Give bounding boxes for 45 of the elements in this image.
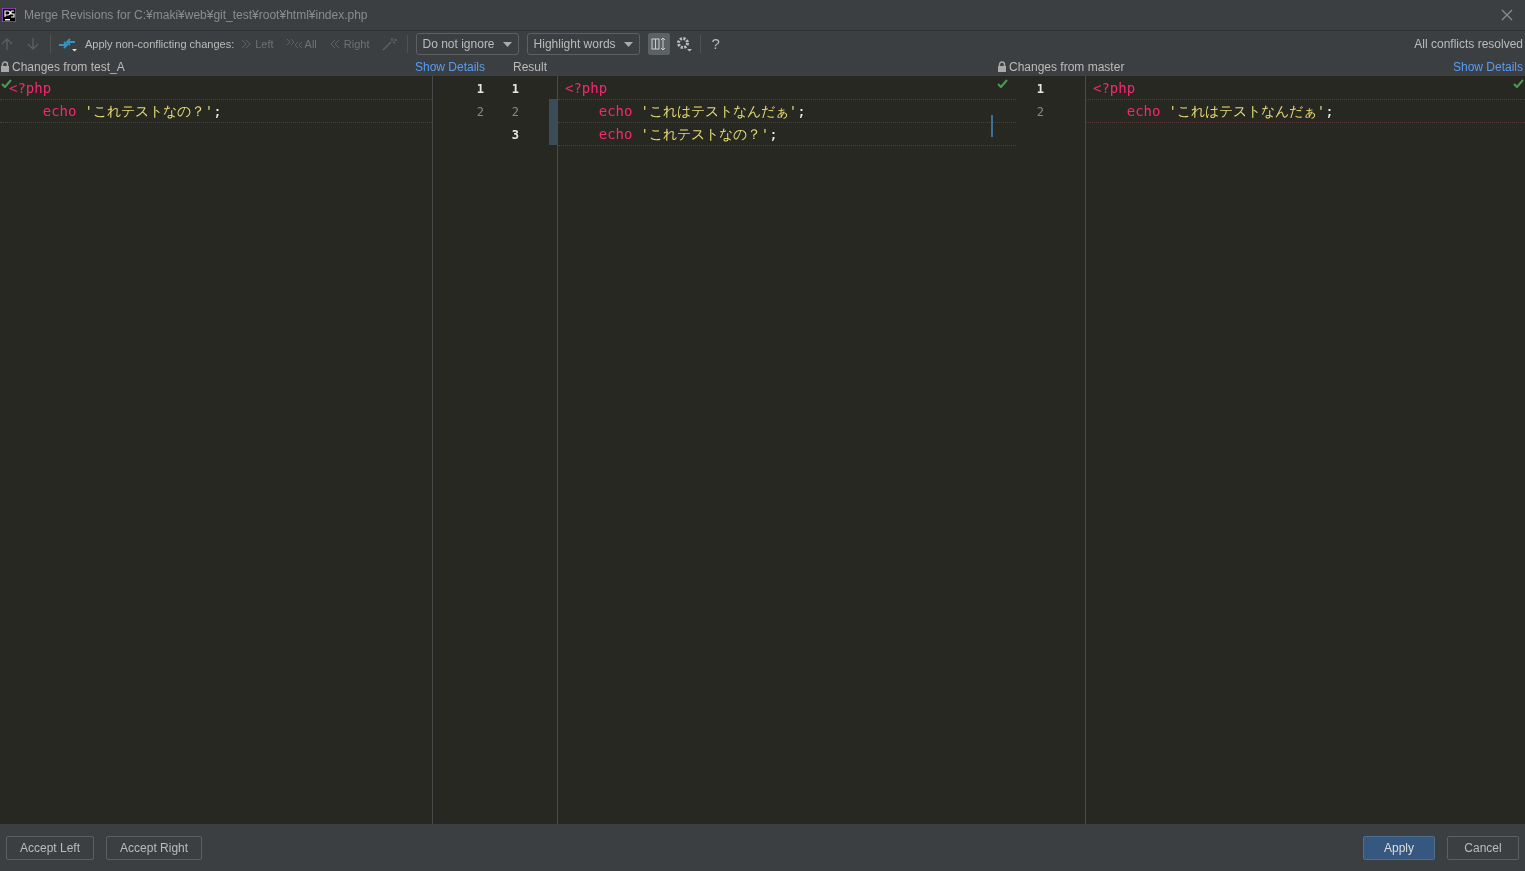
code-line: echo 'これはテストなんだぁ';: [1125, 101, 1334, 121]
double-chevron-icon: [285, 38, 302, 50]
show-details-link[interactable]: Show Details: [1452, 57, 1523, 76]
dropdown[interactable]: Highlight words: [526, 33, 640, 55]
dialog-button[interactable]: Accept Right: [106, 835, 203, 860]
caret-icon: [502, 41, 512, 47]
pane-title: Changes from test_A: [12, 58, 125, 76]
dropdown[interactable]: Do not ignore: [415, 33, 519, 55]
show-details-link[interactable]: Show Details: [414, 57, 485, 76]
columns-scroll-icon: [650, 37, 667, 51]
dialog-button[interactable]: Accept Left: [6, 835, 95, 860]
code-line: echo 'これテストなの？';: [597, 124, 778, 144]
line-number: 2: [475, 103, 484, 121]
text-cursor: [991, 115, 993, 137]
line-number: 1: [475, 80, 484, 98]
line-number: 3: [510, 126, 519, 144]
lock-icon: [0, 61, 10, 72]
lock-icon: [997, 61, 1007, 72]
help-button[interactable]: ?: [708, 32, 723, 56]
code-line: <?php: [565, 78, 608, 98]
change-marker: [549, 99, 557, 145]
merge-arrows-icon[interactable]: [58, 36, 78, 52]
code-line: <?php: [9, 78, 52, 98]
sync-scroll-toggle[interactable]: [647, 33, 670, 55]
apply-label: Apply non-conflicting changes:: [85, 36, 235, 52]
caret-icon: [623, 41, 633, 47]
code-line: echo 'これテストなの？';: [41, 101, 222, 121]
app-logo-icon: [2, 8, 16, 22]
magic-wand-icon[interactable]: [381, 37, 397, 51]
double-chevron-icon: [240, 38, 253, 50]
settings-icon[interactable]: [675, 36, 692, 52]
window-title: Merge Revisions for C:¥maki¥web¥git_test¥root¥html¥index.php: [24, 7, 369, 24]
line-number: 1: [510, 80, 519, 98]
code-line: <?php: [1093, 78, 1136, 98]
status-text: All conflicts resolved: [1414, 36, 1523, 53]
double-chevron-icon: [328, 38, 341, 50]
code-line: echo 'これはテストなんだぁ';: [597, 101, 806, 121]
pane-title: Result: [513, 58, 547, 76]
line-number: 1: [1035, 80, 1044, 98]
pane-title: Changes from master: [1009, 58, 1125, 76]
apply-button[interactable]: Apply: [1363, 835, 1435, 860]
dialog-button[interactable]: Cancel: [1447, 835, 1519, 860]
line-number: 2: [510, 103, 519, 121]
close-icon[interactable]: [1501, 9, 1513, 21]
line-number: 2: [1035, 103, 1044, 121]
